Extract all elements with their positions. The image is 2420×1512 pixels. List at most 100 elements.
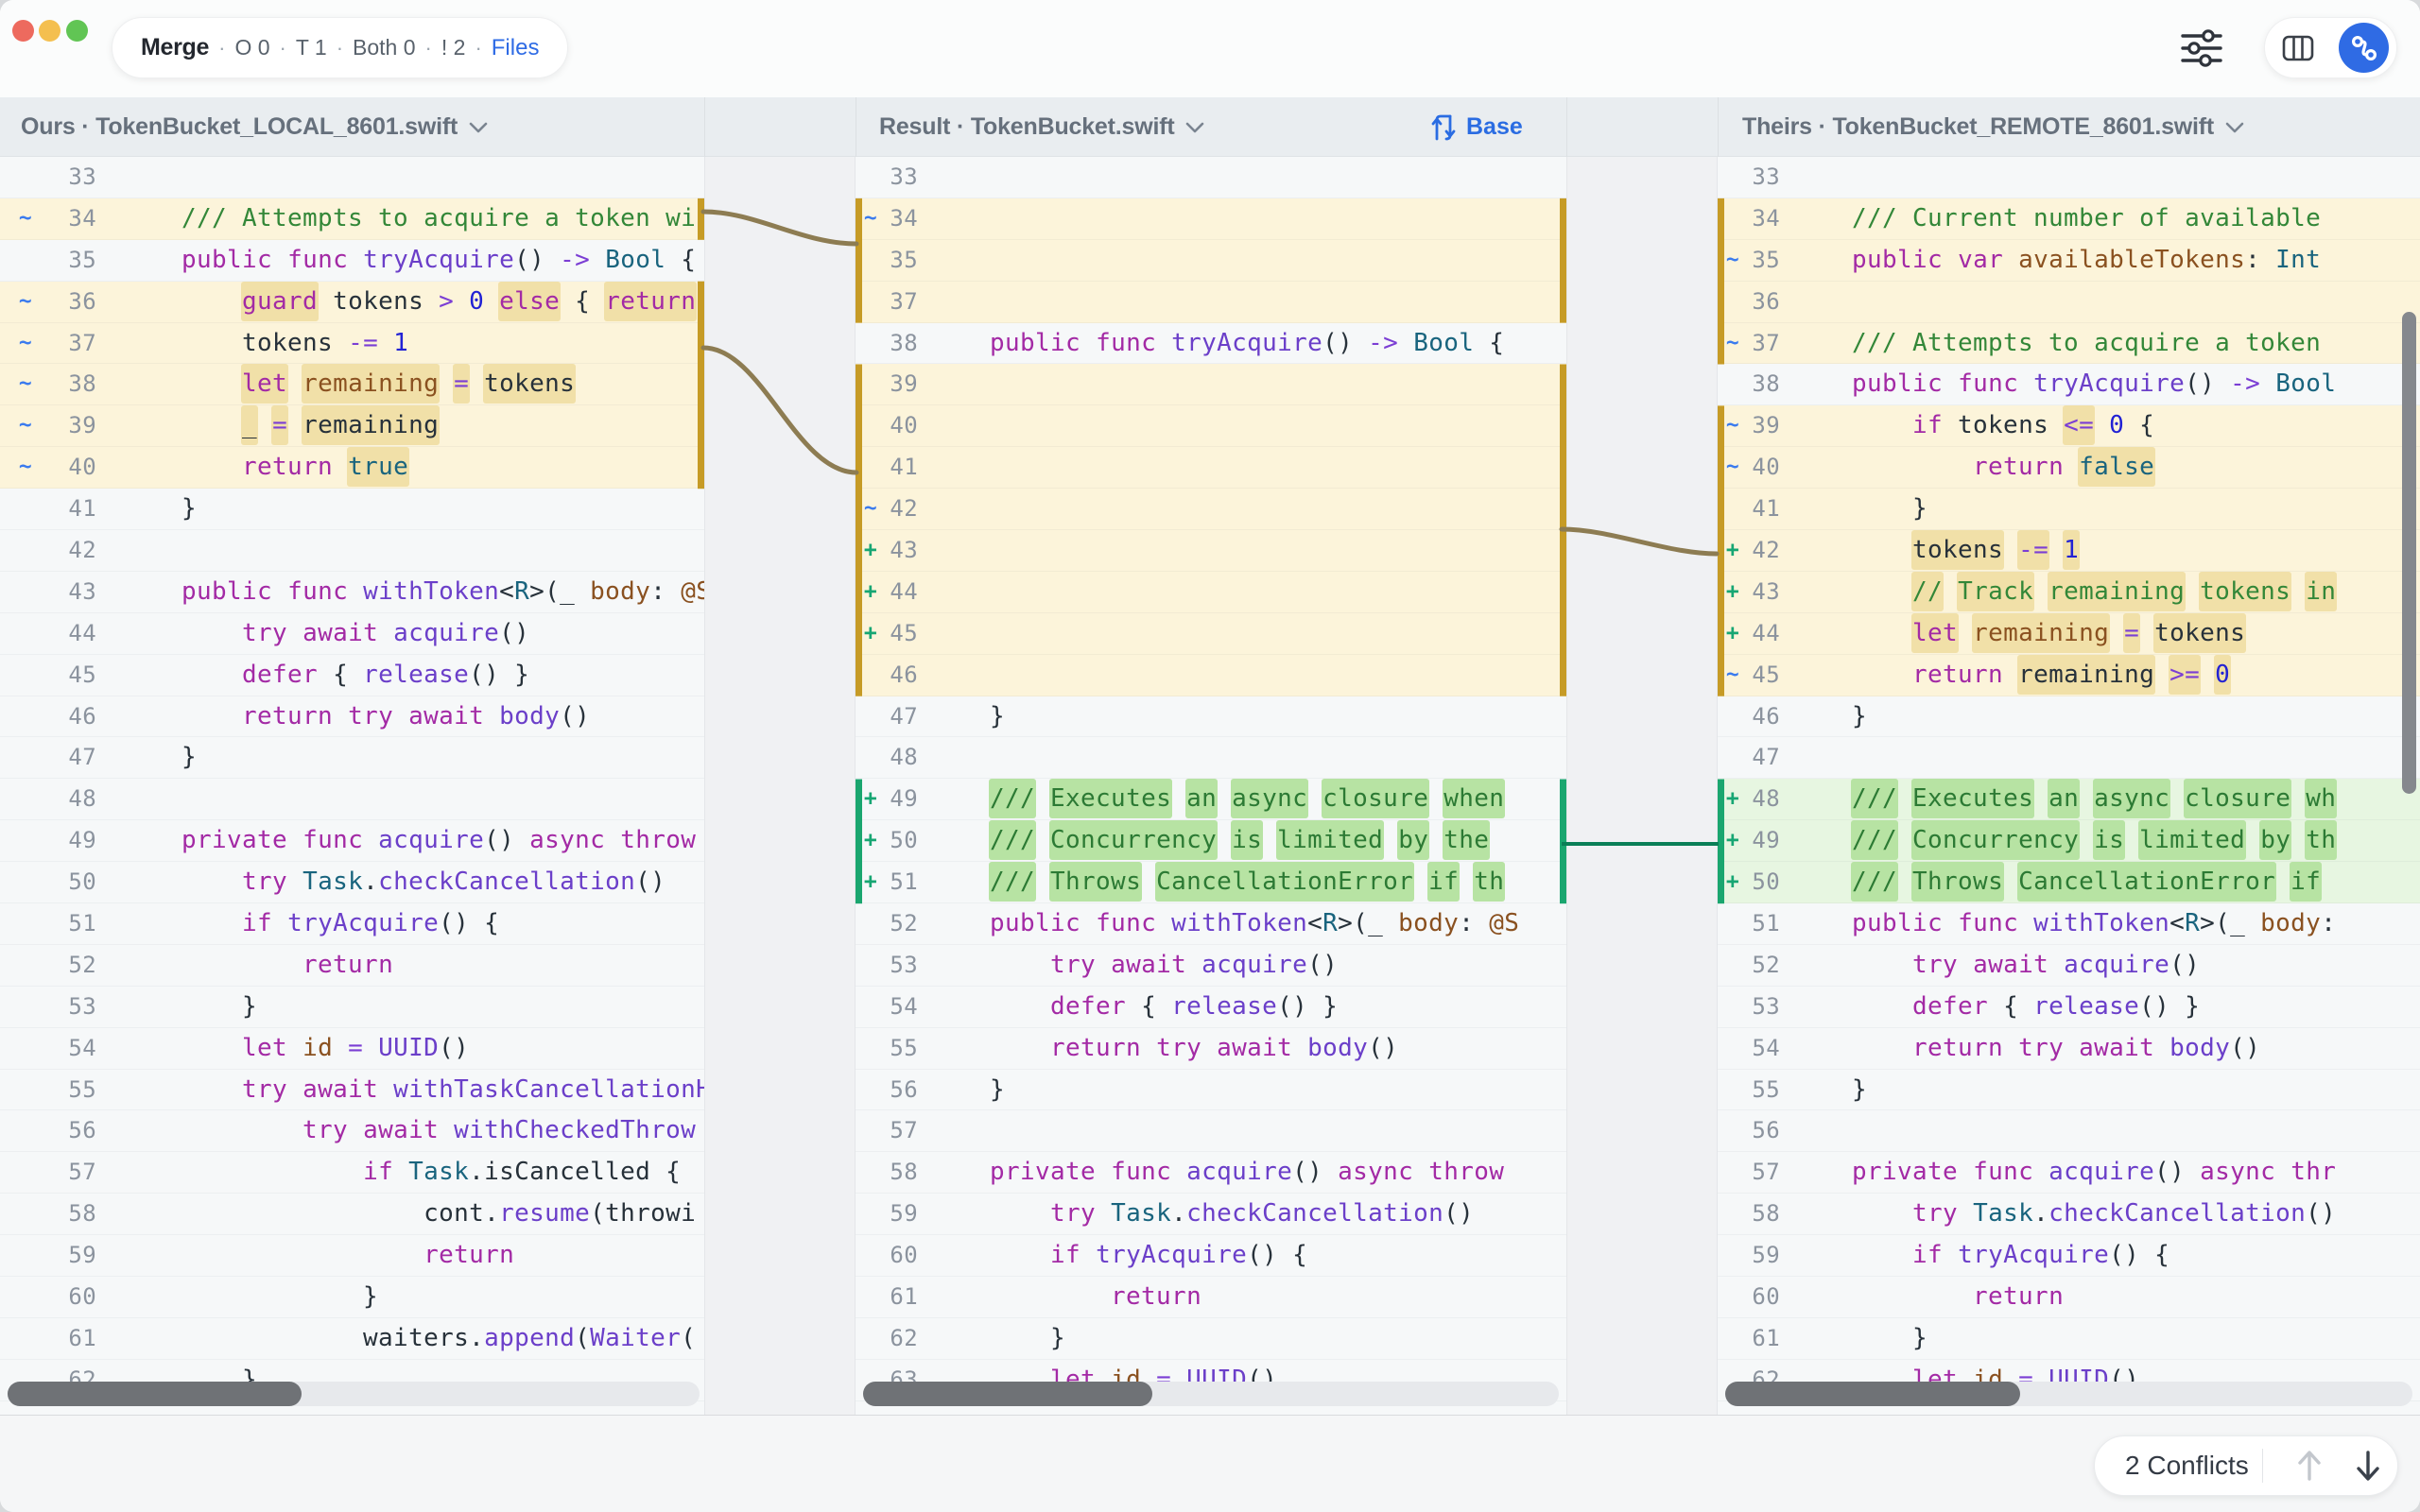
modified-marker[interactable]: ~	[1721, 323, 1744, 365]
code-token: await	[363, 1116, 439, 1144]
modified-marker[interactable]: ~	[859, 489, 882, 530]
added-marker[interactable]: +	[1721, 530, 1744, 572]
code-row-ours-40[interactable]: ~40 return true	[0, 447, 704, 489]
code-row-theirs-43[interactable]: +43 // Track remaining tokens in	[1718, 572, 2420, 613]
result-code-pane[interactable]: 33~34 35 37 38 public func tryAcquire() …	[856, 157, 1566, 1415]
modified-marker[interactable]: ~	[11, 198, 40, 240]
code-row-theirs-44[interactable]: +44 let remaining = tokens	[1718, 613, 2420, 655]
ours-code-pane[interactable]: 33~34 /// Attempts to acquire a token wi…	[0, 157, 704, 1415]
line-number: 35	[40, 240, 96, 282]
added-marker[interactable]: +	[859, 613, 882, 655]
show-connections-button[interactable]	[2339, 23, 2389, 73]
code-row-ours-34[interactable]: ~34 /// Attempts to acquire a token wi	[0, 198, 704, 240]
code-row-theirs-36[interactable]: 36	[1718, 282, 2420, 323]
code-row-theirs-50[interactable]: +50 /// Throws CancellationError if	[1718, 862, 2420, 903]
modified-marker[interactable]: ~	[11, 282, 40, 323]
gutter-marker	[859, 1194, 882, 1235]
code-row-theirs-41[interactable]: 41 }	[1718, 489, 2420, 530]
code-token	[929, 992, 1050, 1021]
modified-marker[interactable]: ~	[1721, 447, 1744, 489]
added-marker[interactable]: +	[1721, 572, 1744, 613]
added-marker[interactable]: +	[1721, 820, 1744, 862]
code-row-result-39[interactable]: 39	[856, 364, 1566, 405]
code-row-theirs-49[interactable]: +49 /// Concurrency is limited by th	[1718, 820, 2420, 862]
code-token: Executes	[1911, 779, 2034, 818]
theirs-code-pane[interactable]: 33 34 /// Current number of available~35…	[1718, 157, 2420, 1415]
code-token	[1958, 1199, 1973, 1228]
connector-strip-left	[704, 157, 856, 1415]
modified-marker[interactable]: ~	[11, 447, 40, 489]
modified-marker[interactable]: ~	[11, 364, 40, 405]
code-token: public	[182, 577, 272, 606]
modified-marker[interactable]: ~	[1721, 655, 1744, 696]
result-horizontal-scrollbar[interactable]	[863, 1382, 1559, 1406]
base-button[interactable]: Base	[1429, 97, 1523, 157]
added-marker[interactable]: +	[859, 572, 882, 613]
code-token: tokens	[483, 364, 576, 404]
code-row-theirs-39[interactable]: ~39 if tokens <= 0 {	[1718, 405, 2420, 447]
gutter-marker	[11, 157, 40, 198]
added-marker[interactable]: +	[1721, 613, 1744, 655]
added-marker[interactable]: +	[859, 779, 882, 820]
code-row-result-43[interactable]: +43	[856, 530, 1566, 572]
code-row-theirs-34[interactable]: 34 /// Current number of available	[1718, 198, 2420, 240]
code-row-ours-39[interactable]: ~39 _ = remaining	[0, 405, 704, 447]
code-row-theirs-40[interactable]: ~40 return false	[1718, 447, 2420, 489]
code-row-ours-36[interactable]: ~36 guard tokens > 0 else { return	[0, 282, 704, 323]
view-mode-switcher	[2264, 17, 2397, 78]
code-row-result-41[interactable]: 41	[856, 447, 1566, 489]
next-conflict-button[interactable]	[2339, 1435, 2397, 1496]
code-token	[2048, 951, 2064, 979]
modified-marker[interactable]: ~	[11, 323, 40, 365]
code-row-result-51[interactable]: +51 /// Throws CancellationError if th	[856, 862, 1566, 903]
filter-options-button[interactable]	[2180, 28, 2223, 68]
code-token: withToken	[363, 577, 499, 606]
added-marker[interactable]: +	[1721, 779, 1744, 820]
code-row-result-42[interactable]: ~42	[856, 489, 1566, 530]
line-number: 37	[40, 323, 96, 365]
code-row-ours-37[interactable]: ~37 tokens -= 1	[0, 323, 704, 365]
ours-file-selector[interactable]: Ours · TokenBucket_LOCAL_8601.swift	[21, 97, 488, 157]
code-row-theirs-37[interactable]: ~37 /// Attempts to acquire a token	[1718, 323, 2420, 365]
code-row-theirs-35[interactable]: ~35 public var availableTokens: Int	[1718, 240, 2420, 282]
added-marker[interactable]: +	[859, 530, 882, 572]
modified-marker[interactable]: ~	[1721, 240, 1744, 282]
code-row-result-46[interactable]: 46	[856, 655, 1566, 696]
code-token	[605, 826, 620, 854]
code-row-result-44[interactable]: +44	[856, 572, 1566, 613]
three-pane-layout-button[interactable]	[2273, 23, 2323, 73]
code-row-theirs-42[interactable]: +42 tokens -= 1	[1718, 530, 2420, 572]
code-token: try	[242, 1075, 287, 1104]
code-token	[287, 369, 302, 398]
vertical-scrollbar[interactable]	[2402, 312, 2416, 794]
code-row-result-40[interactable]: 40	[856, 405, 1566, 447]
previous-conflict-button[interactable]	[2280, 1435, 2339, 1496]
added-marker[interactable]: +	[859, 820, 882, 862]
code-row-ours-38[interactable]: ~38 let remaining = tokens	[0, 364, 704, 405]
added-marker[interactable]: +	[1721, 862, 1744, 903]
code-row-result-35[interactable]: 35	[856, 240, 1566, 282]
code-row-result-34[interactable]: ~34	[856, 198, 1566, 240]
modified-marker[interactable]: ~	[859, 198, 882, 240]
files-link[interactable]: Files	[492, 35, 540, 61]
code-row-result-37[interactable]: 37	[856, 282, 1566, 323]
added-marker[interactable]: +	[859, 862, 882, 903]
minimize-window-button[interactable]	[39, 20, 60, 42]
theirs-file-selector[interactable]: Theirs · TokenBucket_REMOTE_8601.swift	[1742, 97, 2244, 157]
code-row-theirs-48[interactable]: +48 /// Executes an async closure wh	[1718, 779, 2420, 820]
merge-connections-icon	[2348, 32, 2380, 64]
modified-marker[interactable]: ~	[11, 405, 40, 447]
theirs-horizontal-scrollbar[interactable]	[1725, 1382, 2412, 1406]
gutter-marker	[1721, 987, 1744, 1028]
result-file-selector[interactable]: Result · TokenBucket.swift	[879, 97, 1204, 157]
code-row-result-50[interactable]: +50 /// Concurrency is limited by the	[856, 820, 1566, 862]
code-row-result-45[interactable]: +45	[856, 613, 1566, 655]
line-number: 47	[882, 696, 918, 738]
ours-horizontal-scrollbar[interactable]	[8, 1382, 700, 1406]
code-row-theirs-45[interactable]: ~45 return remaining >= 0	[1718, 655, 2420, 696]
code-token: //	[1911, 572, 1944, 611]
zoom-window-button[interactable]	[66, 20, 88, 42]
close-window-button[interactable]	[12, 20, 34, 42]
code-row-result-49[interactable]: +49 /// Executes an async closure when	[856, 779, 1566, 820]
modified-marker[interactable]: ~	[1721, 405, 1744, 447]
